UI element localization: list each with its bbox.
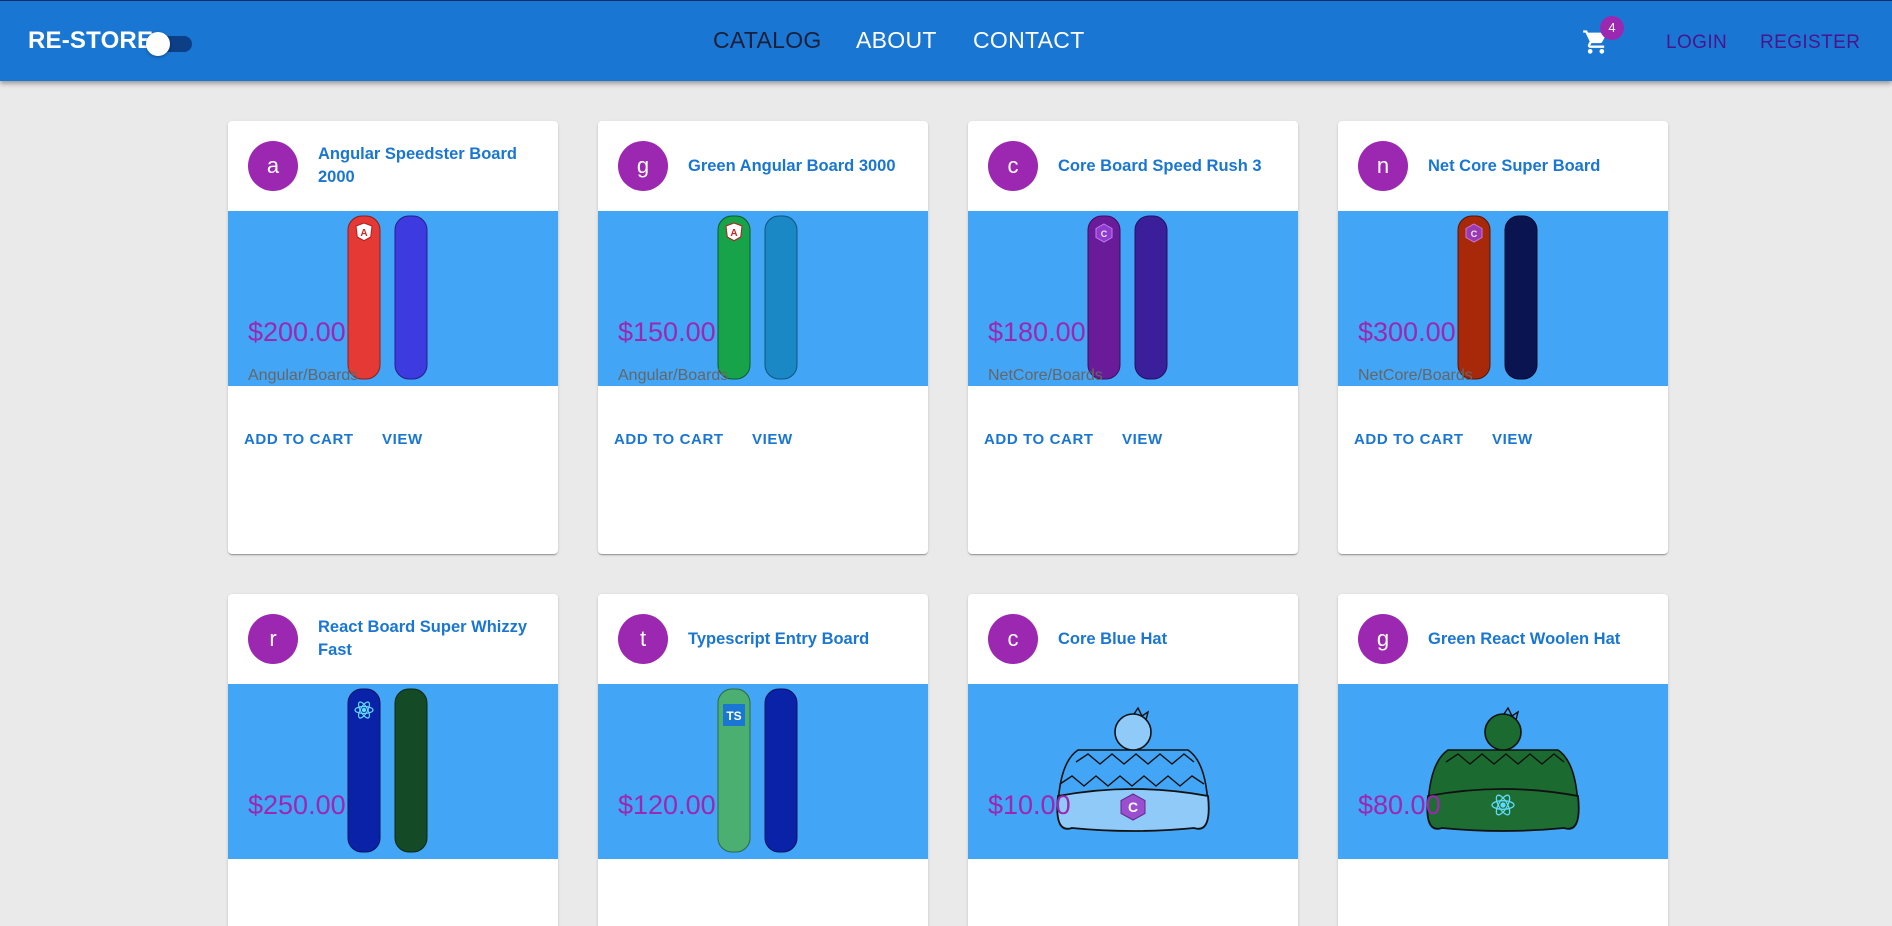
product-image: C [968,684,1298,859]
card-header: r React Board Super Whizzy Fast [228,594,558,684]
typescript-badge-text: TS [726,709,741,723]
view-button[interactable]: VIEW [1492,431,1533,448]
avatar: c [988,141,1038,191]
product-price: $300.00 [1358,317,1456,347]
product-price: $120.00 [618,790,716,820]
product-price: $200.00 [248,317,346,347]
product-name: Core Board Speed Rush 3 [1058,156,1262,175]
product-image [228,684,558,859]
product-card: g Green Angular Board 3000 A $150.00 Ang… [598,121,928,554]
beanie-hat-icon: C [1056,706,1210,832]
nav-about[interactable]: ABOUT [856,27,937,54]
card-header: t Typescript Entry Board [598,594,928,684]
add-to-cart-button[interactable]: ADD TO CART [1354,431,1464,448]
view-button[interactable]: VIEW [382,431,423,448]
avatar: r [248,614,298,664]
register-link[interactable]: REGISTER [1760,32,1860,54]
brand-title[interactable]: RE-STORE [28,27,153,55]
product-name: React Board Super Whizzy Fast [318,618,528,659]
product-price: $250.00 [248,790,346,820]
switch-thumb[interactable] [146,32,170,56]
avatar: g [618,141,668,191]
svg-text:A: A [360,228,367,239]
view-button[interactable]: VIEW [1122,431,1163,448]
login-link[interactable]: LOGIN [1666,32,1727,54]
product-name: Green Angular Board 3000 [688,156,896,175]
avatar: g [1358,614,1408,664]
avatar: n [1358,141,1408,191]
add-to-cart-button[interactable]: ADD TO CART [244,431,354,448]
add-to-cart-button[interactable]: ADD TO CART [984,431,1094,448]
product-image: A [228,211,558,386]
card-header: g Green Angular Board 3000 [598,121,928,211]
app-bar: RE-STORE CATALOG ABOUT CONTACT 4 LOGIN R… [0,0,1892,81]
card-header: g Green React Woolen Hat [1338,594,1668,684]
view-button[interactable]: VIEW [752,431,793,448]
product-category: Angular/Boards [248,367,359,384]
product-name: Typescript Entry Board [688,629,870,648]
product-card: c Core Board Speed Rush 3 C $180.00 NetC… [968,121,1298,554]
product-category: Angular/Boards [618,367,729,384]
product-price: $80.00 [1358,790,1441,820]
product-category: NetCore/Boards [1358,367,1473,384]
card-header: c Core Board Speed Rush 3 [968,121,1298,211]
nav-catalog[interactable]: CATALOG [713,27,822,54]
svg-text:A: A [730,228,737,239]
avatar: t [618,614,668,664]
svg-text:C: C [1101,229,1108,239]
beanie-hat-icon [1426,706,1580,832]
product-card: n Net Core Super Board C $300.00 NetCore… [1338,121,1668,554]
product-name: Green React Woolen Hat [1428,629,1621,648]
product-image [1338,684,1668,859]
avatar: c [988,614,1038,664]
card-header: n Net Core Super Board [1338,121,1668,211]
product-category: NetCore/Boards [988,367,1103,384]
svg-text:C: C [1471,229,1478,239]
svg-text:C: C [1128,799,1138,815]
product-image: TS [598,684,928,859]
cart-count-badge: 4 [1600,16,1624,40]
product-image: C [968,211,1298,386]
add-to-cart-button[interactable]: ADD TO CART [614,431,724,448]
product-name: Net Core Super Board [1428,156,1601,175]
product-price: $150.00 [618,317,716,347]
card-header: a Angular Speedster Board 2000 [228,121,558,211]
avatar: a [248,141,298,191]
product-card: c Core Blue Hat C $10.00 [968,594,1298,926]
product-name: Core Blue Hat [1058,629,1168,648]
product-card: t Typescript Entry Board TS $120.00 [598,594,928,926]
dark-mode-switch[interactable] [146,30,196,56]
product-image: A [598,211,928,386]
product-image: C [1338,211,1668,386]
product-card: a Angular Speedster Board 2000 A $200.00… [228,121,558,554]
product-price: $10.00 [988,790,1071,820]
product-price: $180.00 [988,317,1086,347]
product-name: Angular Speedster Board 2000 [318,145,517,186]
card-header: c Core Blue Hat [968,594,1298,684]
product-card: r React Board Super Whizzy Fast $250.00 [228,594,558,926]
nav-contact[interactable]: CONTACT [973,27,1085,54]
product-card: g Green React Woolen Hat $80.00 [1338,594,1668,926]
